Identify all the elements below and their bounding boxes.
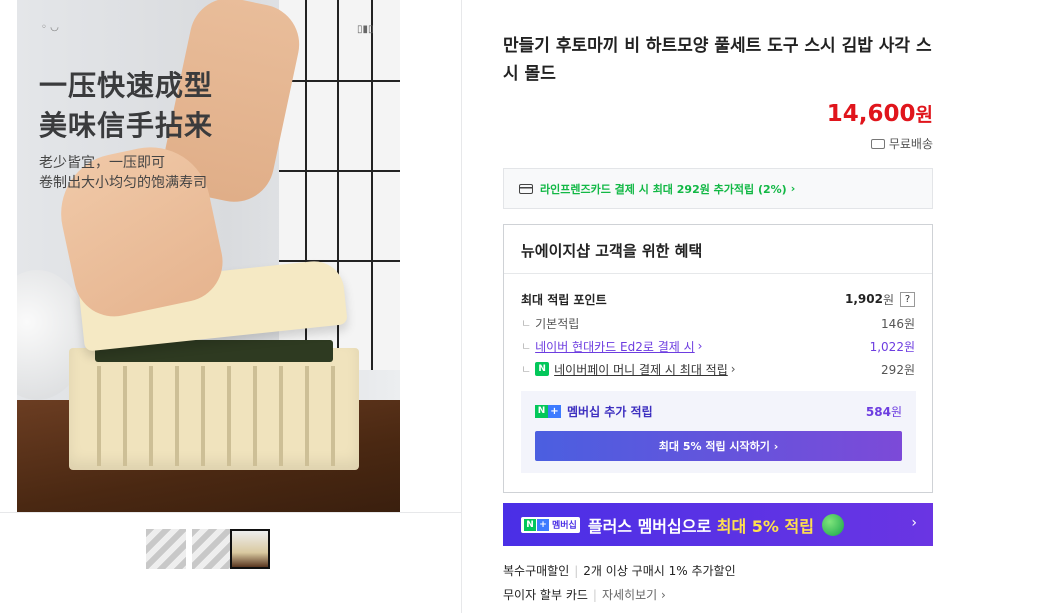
mold-slot — [253, 366, 257, 466]
plus-membership-banner[interactable]: N + 멤버십 플러스 멤버십으로 최대 5% 적립 › — [503, 503, 933, 546]
mold-slot — [279, 366, 283, 466]
product-title: 만들기 후토마끼 비 하트모양 풀세트 도구 스시 김밥 사각 스시 몰드 — [503, 36, 932, 84]
mold-slot — [305, 366, 309, 466]
multi-buy-value: 2개 이상 구매시 1% 추가할인 — [583, 564, 736, 578]
membership-row: N + 멤버십 추가 적립 584원 — [535, 403, 902, 420]
branch-icon: ㄴ — [521, 363, 532, 376]
nplus-badge: N + 멤버십 — [521, 516, 580, 533]
image-subtext-2: 卷制出大小均匀的饱满寿司 — [39, 175, 207, 191]
banner-text-plain: 플러스 멤버십으로 — [587, 516, 717, 536]
max-points-row: 최대 적립 포인트 1,902 원 ? — [521, 290, 915, 308]
image-subtext-1: 老少皆宜，一压即可 — [39, 155, 165, 171]
membership-start-button[interactable]: 최대 5% 적립 시작하기 › — [535, 431, 902, 461]
benefit-item-npay[interactable]: ㄴ N 네이버페이 머니 결제 시 최대 적립 › 292원 — [521, 360, 915, 378]
banner-text-highlight: 최대 5% 적립 — [716, 516, 814, 536]
nplus-icon: N + — [535, 405, 561, 418]
product-gallery: ◦ ◡ ▯▮▯ 一压快速成型 美味信手拈来 老少皆宜，一压即可 卷制出大小均匀的… — [0, 0, 462, 613]
product-price: 14,600원 — [827, 100, 933, 127]
shipping-info: 무료배송 — [870, 135, 933, 152]
benefit-item-value: 146원 — [881, 316, 915, 331]
thumbnail-3-active[interactable] — [230, 529, 270, 569]
benefit-item-basic: ㄴ 기본적립 146원 — [521, 314, 915, 332]
price-value: 14,600 — [826, 101, 916, 127]
thumbnail-2[interactable] — [192, 529, 232, 569]
card-promo-text: 라인프렌즈카드 결제 시 최대 292원 추가적립 (2%) — [540, 182, 787, 196]
product-page: ◦ ◡ ▯▮▯ 一压快速成型 美味信手拈来 老少皆宜，一压即可 卷制出大小均匀的… — [0, 0, 1044, 613]
npay-icon: N — [535, 362, 550, 376]
benefit-item-hyundai[interactable]: ㄴ 네이버 현대카드 Ed2로 결제 시 › 1,022원 — [521, 337, 915, 355]
hyundai-card-link[interactable]: 네이버 현대카드 Ed2로 결제 시 — [535, 338, 695, 355]
coin-icon — [821, 513, 844, 536]
membership-unit: 원 — [890, 405, 902, 419]
branch-icon: ㄴ — [521, 340, 532, 353]
mold-slot — [149, 366, 153, 466]
installment-detail-link[interactable]: 자세히보기 › — [602, 588, 666, 602]
npay-link[interactable]: 네이버페이 머니 결제 시 최대 적립 — [554, 361, 728, 378]
multi-buy-discount: 복수구매할인 | 2개 이상 구매시 1% 추가할인 — [503, 562, 736, 579]
mold-slot — [201, 366, 205, 466]
chevron-right-icon: › — [697, 339, 703, 353]
thumbnail-strip — [0, 512, 462, 613]
installment-label: 무이자 할부 카드 — [503, 588, 588, 602]
mold-slot — [227, 366, 231, 466]
max-points-value: 1,902 — [844, 292, 883, 306]
installment-card: 무이자 할부 카드 | 자세히보기 › — [503, 586, 666, 603]
chevron-right-icon: › — [911, 515, 917, 531]
help-icon[interactable]: ? — [900, 291, 915, 307]
divider: | — [592, 588, 597, 602]
truck-icon — [870, 138, 885, 149]
max-points-label: 최대 적립 포인트 — [521, 292, 607, 307]
banner-text: 플러스 멤버십으로 최대 5% 적립 — [588, 513, 814, 537]
image-sushi-mold — [69, 348, 359, 470]
main-product-image[interactable]: ◦ ◡ ▯▮▯ 一压快速成型 美味信手拈来 老少皆宜，一压即可 卷制出大小均匀的… — [17, 0, 400, 512]
mold-slot — [331, 366, 335, 466]
mold-slot — [97, 366, 101, 466]
membership-box: N + 멤버십 추가 적립 584원 최대 5% 적립 시작하기 › — [521, 391, 916, 473]
membership-label: 멤버십 추가 적립 — [567, 405, 653, 419]
benefit-item-value: 292원 — [881, 362, 915, 377]
benefit-item-label: 기본적립 — [535, 316, 580, 331]
max-points-unit: 원 — [882, 292, 894, 307]
multi-buy-label: 복수구매할인 — [503, 564, 570, 578]
mold-slot — [123, 366, 127, 466]
price-unit: 원 — [915, 104, 933, 126]
benefit-panel: 뉴에이지샵 고객을 위한 혜택 최대 적립 포인트 1,902 원 ? ㄴ 기본적립… — [503, 224, 933, 493]
membership-value: 584 — [865, 405, 891, 419]
image-decor-mark: ▯▮▯ — [357, 24, 374, 35]
image-headline-1: 一压快速成型 — [39, 69, 214, 102]
divider: | — [574, 564, 579, 578]
credit-card-icon — [519, 183, 533, 194]
image-headline-2: 美味信手拈来 — [39, 109, 214, 142]
shipping-label: 무료배송 — [888, 137, 933, 151]
benefit-item-value: 1,022원 — [869, 339, 915, 354]
branch-icon: ㄴ — [521, 317, 532, 330]
image-logo-mark: ◦ ◡ — [41, 22, 59, 33]
badge-text: 멤버십 — [552, 521, 577, 531]
card-promo-banner[interactable]: 라인프렌즈카드 결제 시 최대 292원 추가적립 (2%) › — [503, 168, 933, 209]
thumbnail-1[interactable] — [146, 529, 186, 569]
mold-slot — [175, 366, 179, 466]
chevron-right-icon: › — [730, 362, 736, 376]
chevron-right-icon: › — [790, 182, 796, 195]
benefit-heading: 뉴에이지샵 고객을 위한 혜택 — [504, 225, 932, 274]
